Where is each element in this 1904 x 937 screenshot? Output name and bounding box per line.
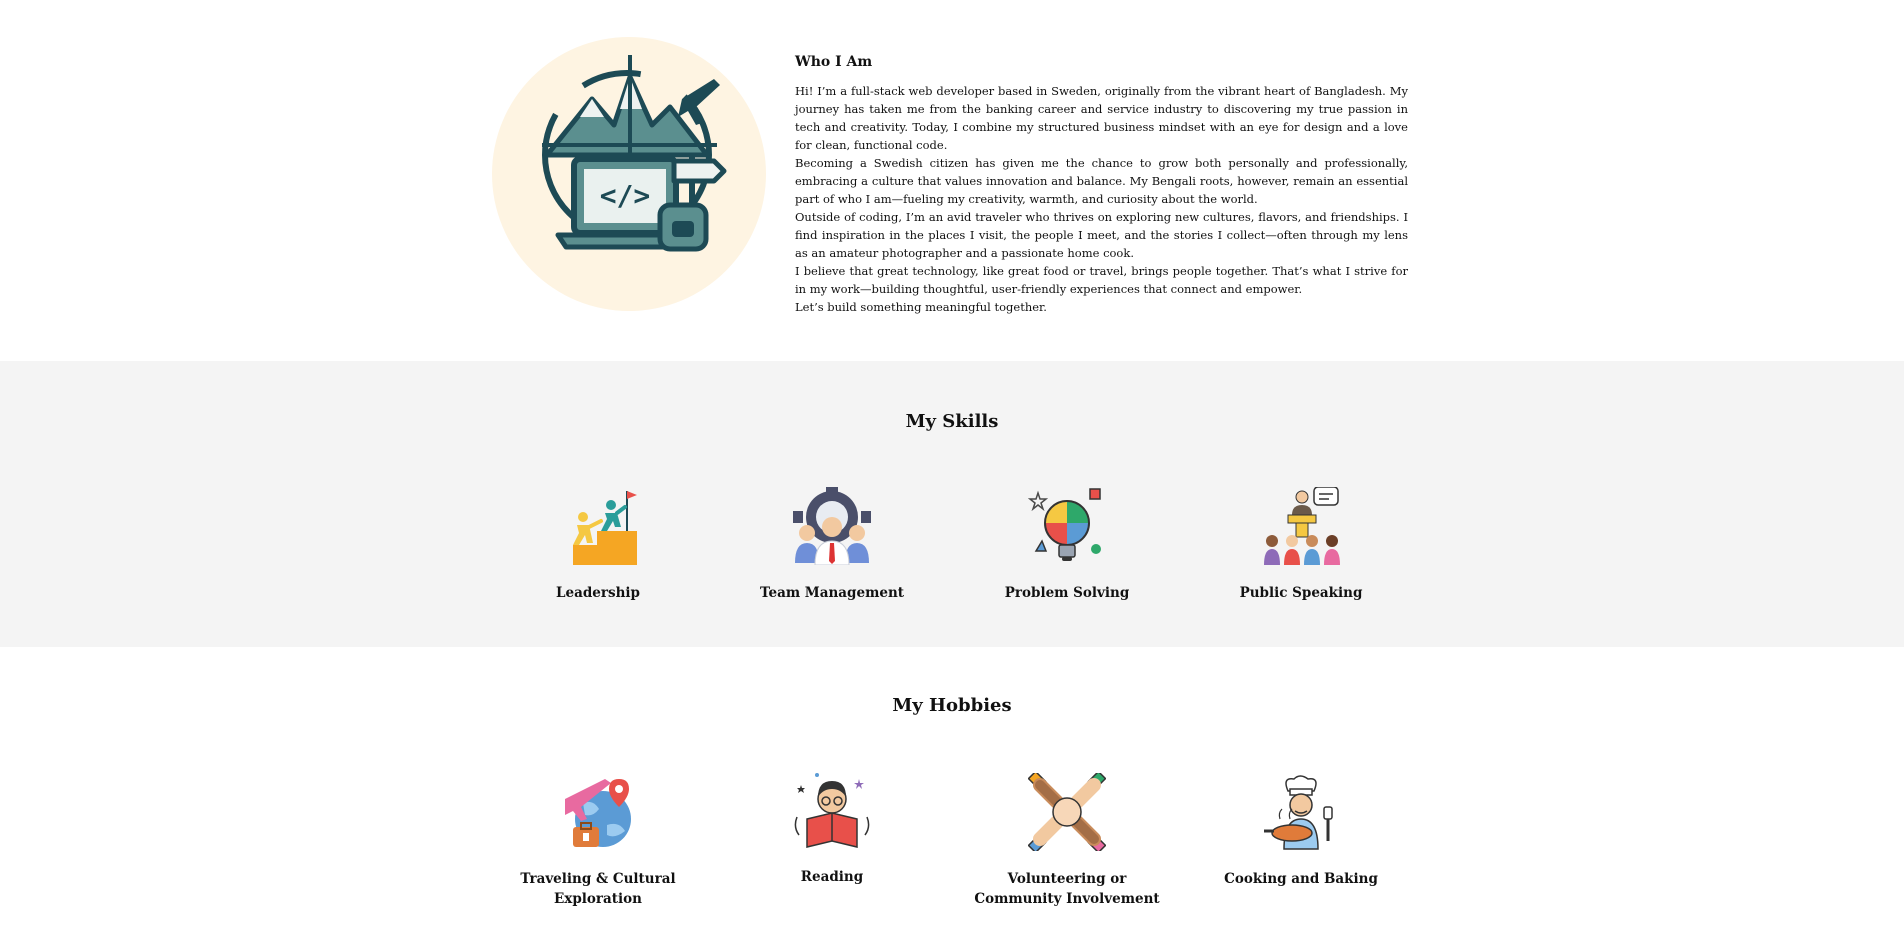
- skill-label: Problem Solving: [1004, 585, 1130, 601]
- about-paragraph: Outside of coding, I’m an avid traveler …: [795, 210, 1408, 260]
- reading-icon: [794, 773, 870, 848]
- skills-title: My Skills: [905, 411, 999, 432]
- about-paragraph: Hi! I’m a full-stack web developer based…: [795, 84, 1408, 152]
- skill-label: Leadership: [556, 585, 640, 601]
- travel-icon: [565, 779, 631, 847]
- about-paragraph: Becoming a Swedish citizen has given me …: [795, 156, 1408, 206]
- hobby-label: Volunteering or Community Involvement: [974, 871, 1160, 907]
- public-speaking-icon: [1264, 487, 1340, 565]
- team-management-icon: [793, 487, 871, 565]
- svg-text:</>: </>: [600, 179, 651, 212]
- skill-card-problem-solving: Problem Solving: [962, 487, 1172, 603]
- skill-label: Public Speaking: [1239, 585, 1363, 601]
- hobby-card-volunteering: Volunteering or Community Involvement: [962, 773, 1172, 909]
- about-title: Who I Am: [795, 54, 873, 70]
- hobby-label: Reading: [800, 869, 864, 885]
- about-text: Who I Am Hi! I’m a full-stack web develo…: [795, 54, 1408, 316]
- hobbies-title: My Hobbies: [892, 695, 1012, 716]
- hobby-card-travel: Traveling & Cultural Exploration: [493, 773, 703, 909]
- hobby-card-reading: Reading: [727, 771, 937, 887]
- problem-solving-icon: [1028, 488, 1101, 561]
- about-paragraph: I believe that great technology, like gr…: [795, 264, 1408, 296]
- about-paragraph: Let’s build something meaningful togethe…: [795, 300, 1047, 314]
- skill-card-leadership: Leadership: [493, 487, 703, 603]
- hobby-label: Traveling & Cultural Exploration: [520, 871, 676, 907]
- hobbies-section: My Hobbies Traveling & Cultural Explorat…: [0, 647, 1904, 937]
- about-section: </> Who I Am Hi! I’m a full-stack web de…: [0, 0, 1904, 361]
- developer-traveler-icon: </>: [492, 37, 766, 311]
- cooking-icon: [1264, 775, 1333, 850]
- skill-card-team-management: Team Management: [727, 487, 937, 603]
- skill-card-public-speaking: Public Speaking: [1196, 487, 1406, 603]
- hobby-label: Cooking and Baking: [1224, 871, 1378, 887]
- volunteering-icon: [1028, 773, 1106, 851]
- skill-label: Team Management: [759, 585, 905, 601]
- hobby-card-cooking: Cooking and Baking: [1196, 773, 1406, 889]
- skills-section: My Skills Leadership Team Management Pro…: [0, 361, 1904, 647]
- leadership-icon: [573, 491, 637, 565]
